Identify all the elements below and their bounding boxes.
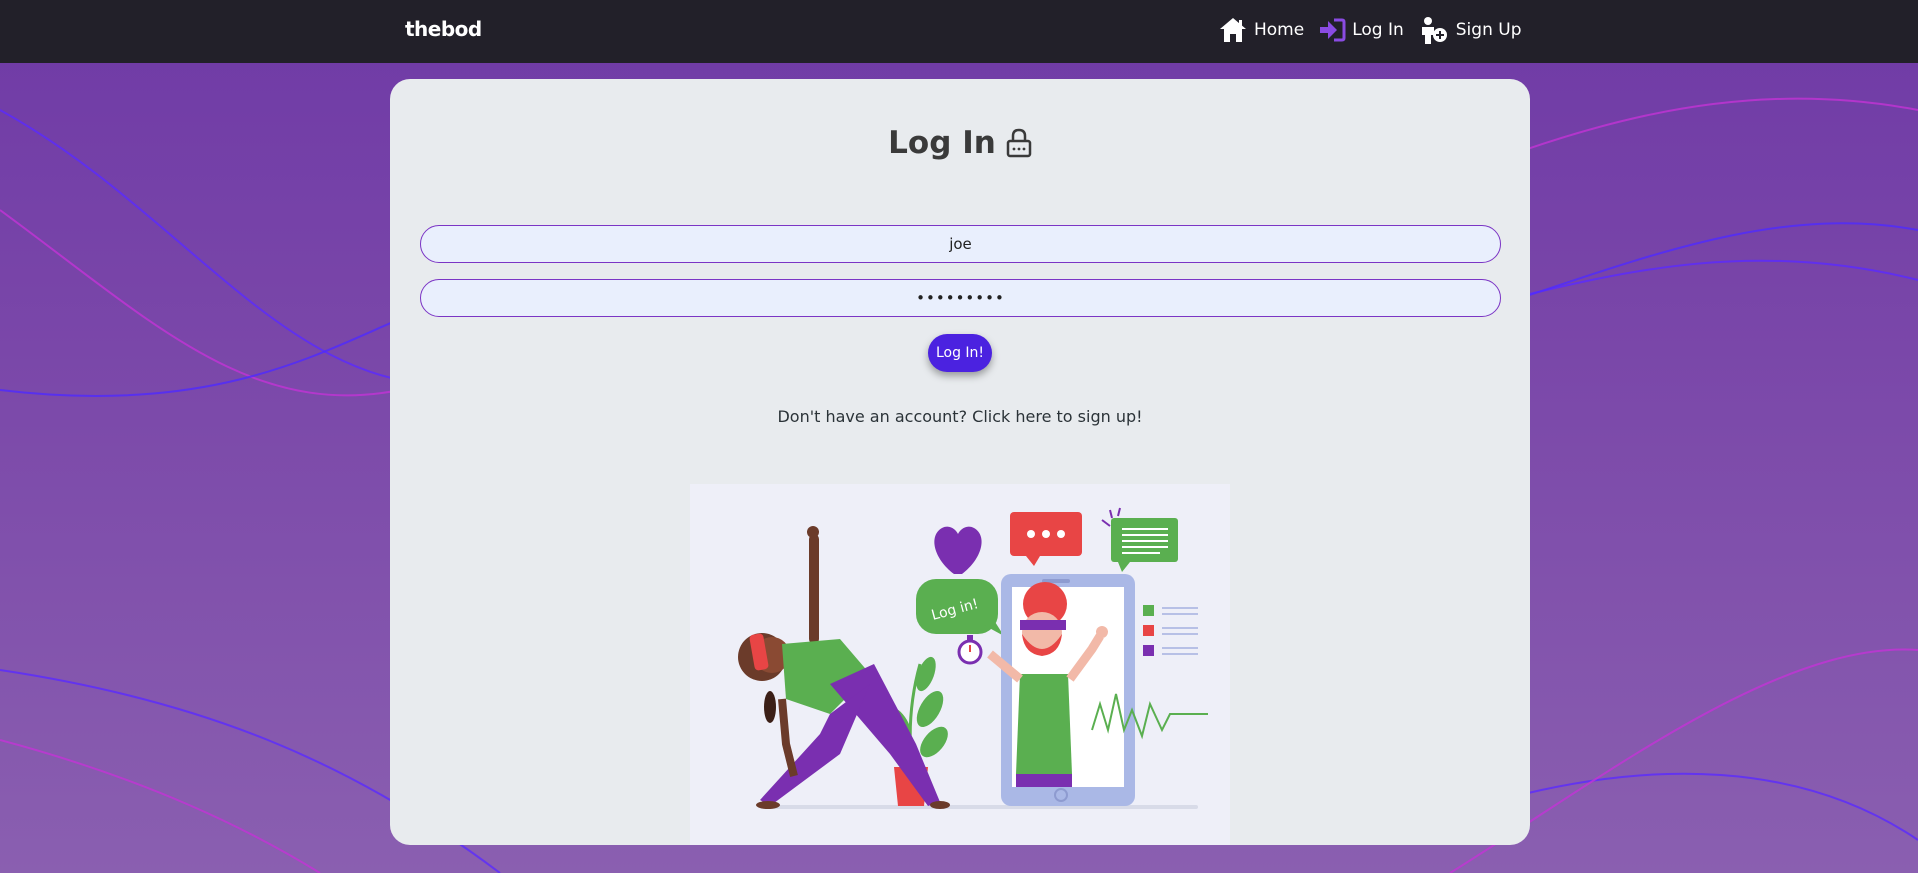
home-icon [1220,18,1246,42]
title-row: Log In [390,125,1530,161]
nav-home-link[interactable]: Home [1218,14,1304,46]
nav-links: Home Log In Sign Up [1218,14,1521,46]
nav-signup-label: Sign Up [1455,20,1522,40]
login-arrow-icon [1320,18,1346,42]
nav-login-label: Log In [1352,20,1404,40]
nav-signup-link[interactable]: Sign Up [1418,14,1522,46]
lock-icon [1006,128,1032,158]
navbar: thebod Home Log In Sign Up [0,0,1918,63]
signup-link[interactable]: Don't have an account? Click here to sig… [390,407,1530,426]
login-card: Log In Log In! Don't have an account? Cl… [390,79,1530,845]
login-submit-button[interactable]: Log In! [928,334,992,372]
nav-home-label: Home [1254,20,1305,40]
password-input[interactable] [420,279,1501,317]
username-input[interactable] [420,225,1501,263]
brand-logo[interactable]: thebod [405,17,482,41]
fitness-illustration-svg: Log in! [738,507,1208,809]
page-title: Log In [888,125,996,161]
add-user-icon [1421,17,1447,44]
nav-login-link[interactable]: Log In [1318,14,1404,46]
login-illustration: Log in! [690,484,1230,845]
